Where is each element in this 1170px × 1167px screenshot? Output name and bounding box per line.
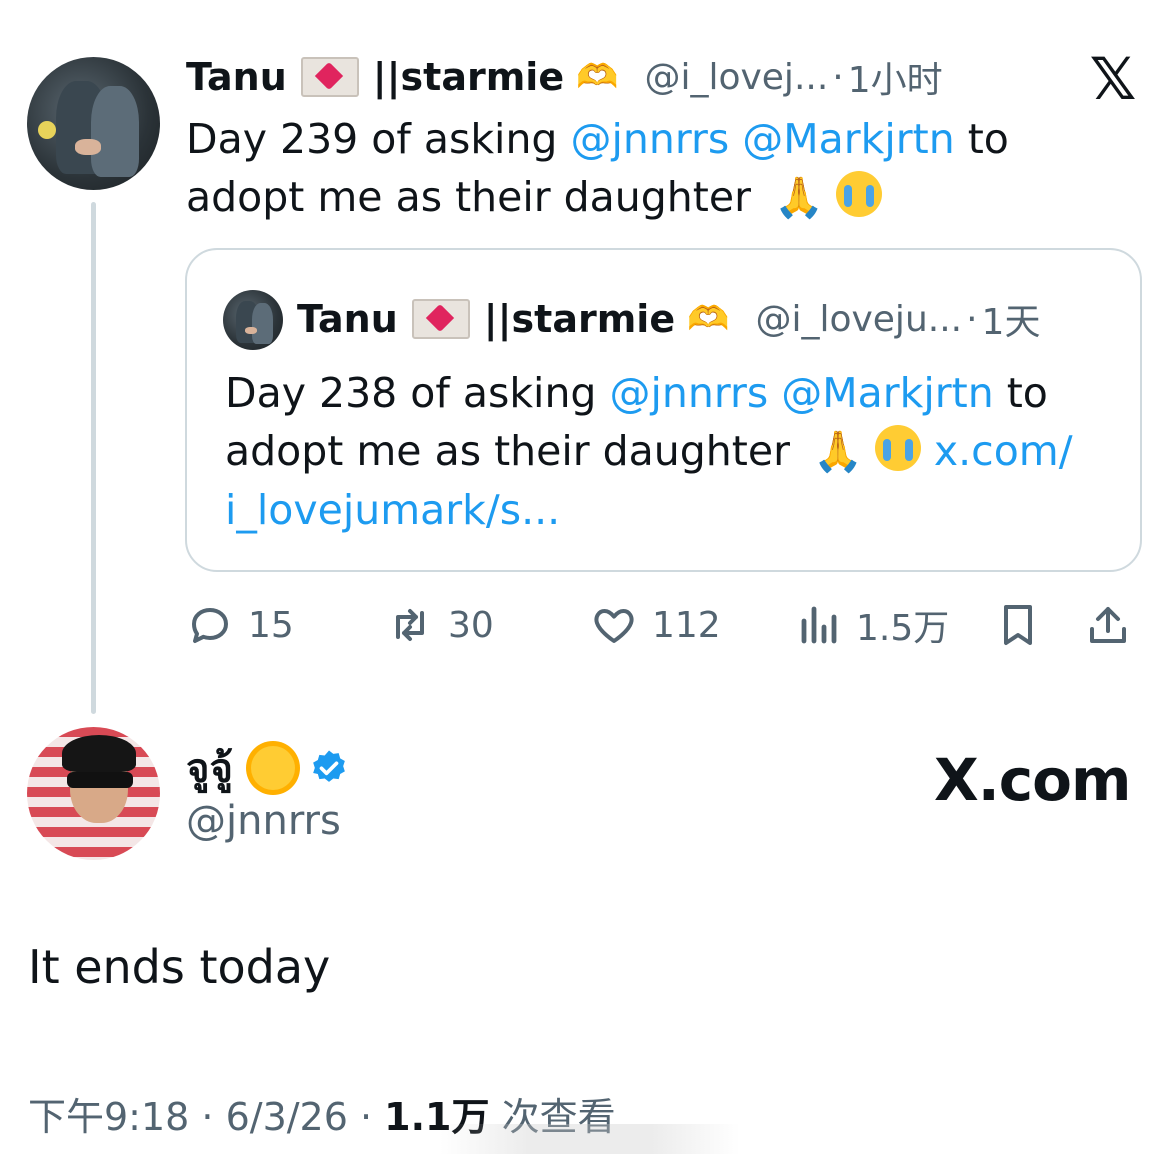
retweet-count: 30	[448, 604, 494, 646]
verified-badge-icon[interactable]	[309, 748, 349, 788]
quoted-time: 1天	[981, 302, 1041, 343]
mention-markjrtn[interactable]: @Markjrtn	[742, 115, 954, 163]
site-watermark: X.com	[934, 746, 1131, 814]
mention-markjrtn[interactable]: @Markjrtn	[781, 369, 993, 417]
parent-handle[interactable]: @i_lovej...	[644, 57, 828, 98]
heart-hands-icon: 🫶	[576, 57, 619, 97]
parent-tweet-text: Day 239 of asking @jnnrrs @Markjrtn to a…	[186, 110, 1126, 227]
like-button[interactable]: 112	[590, 594, 721, 656]
reply-time[interactable]: 下午9:18	[28, 1095, 189, 1139]
parent-display-name[interactable]: Tanu	[186, 55, 287, 99]
bookmark-button[interactable]	[994, 594, 1056, 656]
views-icon	[801, 606, 837, 644]
like-count: 112	[652, 604, 721, 646]
share-icon	[1090, 607, 1126, 643]
reply-handle[interactable]: @jnnrrs	[186, 798, 341, 844]
quoted-separator: ·	[966, 298, 978, 340]
quoted-name-suffix: ||starmie	[483, 297, 676, 341]
thread-line	[91, 202, 96, 714]
parent-text-segment: Day 239 of asking	[186, 115, 571, 163]
heart-hands-icon: 🫶	[687, 299, 730, 339]
reply-button[interactable]: 15	[186, 594, 294, 656]
parent-text-segment	[729, 115, 742, 163]
reply-tweet-text: It ends today	[28, 940, 331, 994]
reply-header: จูจู้	[186, 738, 349, 798]
share-button[interactable]	[1084, 594, 1146, 656]
meta-separator: ·	[189, 1095, 226, 1139]
crying-face-icon	[874, 425, 921, 471]
like-icon	[594, 609, 634, 643]
meta-separator: ·	[347, 1095, 385, 1139]
views-count: 1.5万	[856, 608, 950, 649]
mention-jnnrrs[interactable]: @jnnrrs	[571, 115, 730, 163]
action-bar: 15 30 112 1.5万	[186, 594, 1146, 656]
quoted-handle: @i_loveju...	[755, 298, 963, 340]
quoted-tweet-card[interactable]: Tanu ||starmie 🫶 @i_loveju... · 1天 Day 2…	[185, 248, 1142, 572]
parent-header: Tanu ||starmie 🫶 @i_lovej... · 1小时	[186, 52, 943, 102]
envelope-heart-icon	[411, 299, 470, 339]
quoted-link[interactable]: x.com/	[934, 427, 1073, 475]
bookmark-icon	[1004, 605, 1032, 645]
reply-date[interactable]: 6/3/26	[226, 1095, 348, 1139]
crying-face-icon	[835, 171, 882, 217]
envelope-heart-icon	[300, 57, 359, 97]
x-logo-icon[interactable]: 𝕏	[1086, 50, 1140, 108]
mention-jnnrrs[interactable]: @jnnrrs	[610, 369, 769, 417]
weibo-watermark-overlay	[440, 1124, 740, 1154]
views-button[interactable]: 1.5万	[794, 594, 949, 656]
parent-time[interactable]: 1小时	[848, 51, 943, 103]
folded-hands-icon: 🙏	[813, 429, 863, 475]
reply-icon	[192, 608, 228, 643]
reply-count: 15	[248, 604, 294, 646]
reply-display-name[interactable]: จูจู้	[186, 736, 233, 800]
folded-hands-icon: 🙏	[774, 175, 824, 221]
sun-emoji-icon	[250, 746, 295, 790]
quoted-display-name: Tanu	[297, 297, 398, 341]
quoted-tweet-text: Day 238 of asking @jnnrrs @Markjrtn to a…	[225, 364, 1105, 539]
retweet-icon	[396, 609, 424, 641]
retweet-button[interactable]: 30	[386, 594, 494, 656]
quoted-avatar	[223, 290, 283, 350]
parent-avatar[interactable]	[27, 57, 160, 190]
parent-separator: ·	[832, 56, 844, 98]
quoted-text-segment: Day 238 of asking	[225, 369, 610, 417]
quoted-link-continued[interactable]: i_lovejumark/s...	[225, 486, 560, 534]
reply-avatar[interactable]	[27, 727, 160, 860]
quoted-header: Tanu ||starmie 🫶 @i_loveju... · 1天	[297, 294, 1040, 344]
parent-name-suffix[interactable]: ||starmie	[373, 55, 564, 99]
